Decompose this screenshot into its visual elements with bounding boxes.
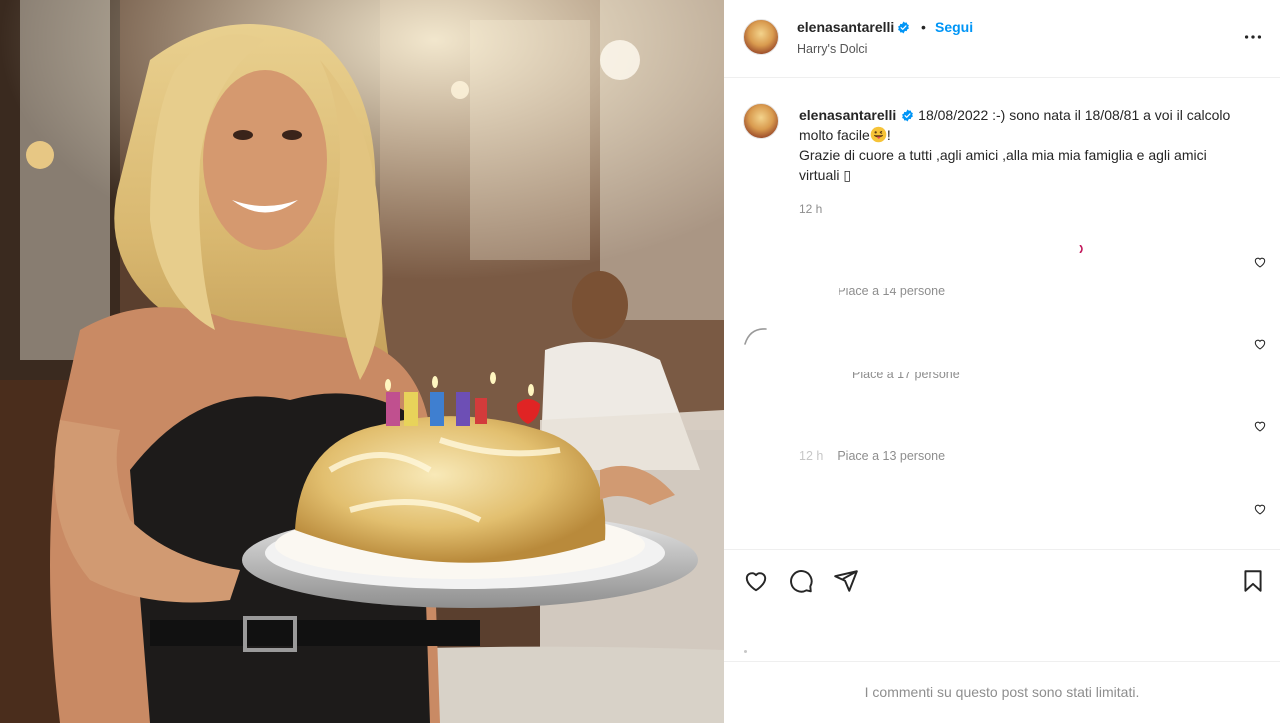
comment-timestamp[interactable]: 12 h: [799, 449, 823, 463]
post-side-panel: elenasantarelli • Segui Harry's Dolci el…: [724, 0, 1280, 723]
caption-timestamp[interactable]: 12 h: [799, 202, 822, 216]
comments-section[interactable]: elenasantarelli 18/08/2022 :-) sono nata…: [724, 79, 1280, 549]
comments-limited-notice: I commenti su questo post sono stati lim…: [724, 661, 1280, 723]
save-bookmark-icon[interactable]: [1240, 568, 1266, 594]
author-username[interactable]: elenasantarelli: [797, 19, 910, 35]
unsupported-glyph: ▯: [843, 167, 852, 183]
more-options-icon[interactable]: [1242, 26, 1264, 48]
photo-image: [0, 0, 724, 723]
like-heart-icon[interactable]: [743, 568, 769, 594]
comment-like-icon[interactable]: [1253, 419, 1267, 433]
verified-badge-icon: [902, 109, 914, 122]
loading-dot: [744, 650, 747, 653]
share-send-icon[interactable]: [833, 568, 859, 594]
comment-likes-count[interactable]: Piace a 14 persone: [839, 288, 945, 298]
loading-speck: [1079, 245, 1083, 253]
separator-dot: •: [921, 19, 926, 35]
verified-badge-icon: [898, 21, 910, 34]
caption-text-exclaim: !: [886, 127, 891, 143]
author-username-text[interactable]: elenasantarelli: [797, 19, 894, 35]
comment-meta-row: Piace a 17 persone: [842, 372, 960, 381]
post-actions-bar: [724, 549, 1280, 660]
post-header: elenasantarelli • Segui Harry's Dolci: [724, 0, 1280, 78]
caption-username[interactable]: elenasantarelli: [799, 107, 896, 123]
caption-author-avatar[interactable]: [743, 103, 779, 139]
comment-timestamp[interactable]: 12 h: [799, 284, 823, 298]
post-photo[interactable]: [0, 0, 724, 723]
caption-text-line2: Grazie di cuore a tutti ,agli amici ,all…: [799, 147, 1207, 183]
comment-meta-row: 12 h Piace a 13 persone: [799, 449, 945, 463]
comment-bubble-icon[interactable]: [788, 568, 814, 594]
location-link[interactable]: Harry's Dolci: [797, 42, 867, 56]
comment-likes-count[interactable]: Piace a 17 persone: [852, 372, 960, 381]
author-avatar[interactable]: [743, 19, 779, 55]
loading-spinner-icon: [744, 328, 767, 345]
comment-meta-row: 12 h Piace a 14 persone: [799, 284, 945, 298]
comment-like-icon[interactable]: [1253, 502, 1267, 516]
follow-button[interactable]: Segui: [935, 19, 973, 35]
comment-likes-count[interactable]: Piace a 13 persone: [837, 449, 945, 463]
tongue-wink-emoji-icon: [870, 126, 887, 143]
comment-like-icon[interactable]: [1253, 255, 1267, 269]
comment-like-icon[interactable]: [1253, 337, 1267, 351]
post-caption: elenasantarelli 18/08/2022 :-) sono nata…: [799, 105, 1249, 185]
